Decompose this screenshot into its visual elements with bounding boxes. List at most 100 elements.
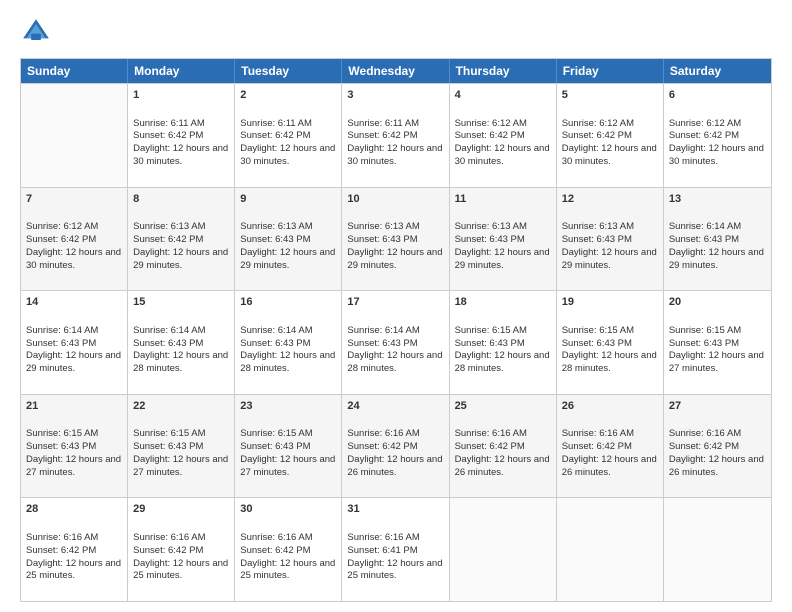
sunrise-text: Sunrise: 6:12 AM (26, 221, 98, 232)
sunset-text: Sunset: 6:43 PM (133, 441, 203, 452)
sunrise-text: Sunrise: 6:15 AM (669, 325, 741, 336)
sunset-text: Sunset: 6:43 PM (240, 234, 310, 245)
daylight-text: Daylight: 12 hours and 29 minutes. (562, 247, 657, 271)
day-number: 22 (133, 399, 229, 414)
table-row (557, 498, 664, 601)
calendar-week-3: 14Sunrise: 6:14 AMSunset: 6:43 PMDayligh… (21, 290, 771, 394)
logo-icon (20, 16, 52, 48)
sunset-text: Sunset: 6:42 PM (133, 234, 203, 245)
day-number: 16 (240, 295, 336, 310)
table-row: 8Sunrise: 6:13 AMSunset: 6:42 PMDaylight… (128, 188, 235, 291)
sunrise-text: Sunrise: 6:15 AM (133, 428, 205, 439)
daylight-text: Daylight: 12 hours and 25 minutes. (240, 558, 335, 582)
sunrise-text: Sunrise: 6:13 AM (562, 221, 634, 232)
day-number: 1 (133, 88, 229, 103)
daylight-text: Daylight: 12 hours and 26 minutes. (669, 454, 764, 478)
calendar-week-1: 1Sunrise: 6:11 AMSunset: 6:42 PMDaylight… (21, 83, 771, 187)
daylight-text: Daylight: 12 hours and 29 minutes. (133, 247, 228, 271)
table-row: 7Sunrise: 6:12 AMSunset: 6:42 PMDaylight… (21, 188, 128, 291)
daylight-text: Daylight: 12 hours and 30 minutes. (562, 143, 657, 167)
table-row: 27Sunrise: 6:16 AMSunset: 6:42 PMDayligh… (664, 395, 771, 498)
sunset-text: Sunset: 6:41 PM (347, 545, 417, 556)
table-row: 31Sunrise: 6:16 AMSunset: 6:41 PMDayligh… (342, 498, 449, 601)
day-number: 25 (455, 399, 551, 414)
table-row: 16Sunrise: 6:14 AMSunset: 6:43 PMDayligh… (235, 291, 342, 394)
sunset-text: Sunset: 6:43 PM (455, 234, 525, 245)
day-number: 17 (347, 295, 443, 310)
sunset-text: Sunset: 6:42 PM (133, 130, 203, 141)
sunrise-text: Sunrise: 6:16 AM (455, 428, 527, 439)
daylight-text: Daylight: 12 hours and 27 minutes. (133, 454, 228, 478)
table-row: 2Sunrise: 6:11 AMSunset: 6:42 PMDaylight… (235, 84, 342, 187)
table-row: 20Sunrise: 6:15 AMSunset: 6:43 PMDayligh… (664, 291, 771, 394)
table-row: 29Sunrise: 6:16 AMSunset: 6:42 PMDayligh… (128, 498, 235, 601)
daylight-text: Daylight: 12 hours and 27 minutes. (669, 350, 764, 374)
table-row: 6Sunrise: 6:12 AMSunset: 6:42 PMDaylight… (664, 84, 771, 187)
sunrise-text: Sunrise: 6:14 AM (26, 325, 98, 336)
table-row: 14Sunrise: 6:14 AMSunset: 6:43 PMDayligh… (21, 291, 128, 394)
table-row: 13Sunrise: 6:14 AMSunset: 6:43 PMDayligh… (664, 188, 771, 291)
day-number: 10 (347, 192, 443, 207)
day-number: 3 (347, 88, 443, 103)
logo (20, 16, 56, 48)
daylight-text: Daylight: 12 hours and 29 minutes. (26, 350, 121, 374)
sunset-text: Sunset: 6:42 PM (669, 441, 739, 452)
sunset-text: Sunset: 6:42 PM (455, 441, 525, 452)
day-number: 13 (669, 192, 766, 207)
sunrise-text: Sunrise: 6:13 AM (240, 221, 312, 232)
sunset-text: Sunset: 6:42 PM (240, 130, 310, 141)
daylight-text: Daylight: 12 hours and 28 minutes. (347, 350, 442, 374)
sunset-text: Sunset: 6:43 PM (347, 234, 417, 245)
daylight-text: Daylight: 12 hours and 30 minutes. (669, 143, 764, 167)
sunrise-text: Sunrise: 6:16 AM (240, 532, 312, 543)
sunset-text: Sunset: 6:43 PM (240, 441, 310, 452)
day-number: 23 (240, 399, 336, 414)
daylight-text: Daylight: 12 hours and 29 minutes. (455, 247, 550, 271)
sunrise-text: Sunrise: 6:15 AM (455, 325, 527, 336)
calendar-week-5: 28Sunrise: 6:16 AMSunset: 6:42 PMDayligh… (21, 497, 771, 601)
table-row: 28Sunrise: 6:16 AMSunset: 6:42 PMDayligh… (21, 498, 128, 601)
table-row: 18Sunrise: 6:15 AMSunset: 6:43 PMDayligh… (450, 291, 557, 394)
sunrise-text: Sunrise: 6:14 AM (669, 221, 741, 232)
day-number: 27 (669, 399, 766, 414)
table-row: 1Sunrise: 6:11 AMSunset: 6:42 PMDaylight… (128, 84, 235, 187)
sunrise-text: Sunrise: 6:15 AM (240, 428, 312, 439)
daylight-text: Daylight: 12 hours and 27 minutes. (26, 454, 121, 478)
day-number: 29 (133, 502, 229, 517)
sunset-text: Sunset: 6:42 PM (26, 234, 96, 245)
page: SundayMondayTuesdayWednesdayThursdayFrid… (0, 0, 792, 612)
daylight-text: Daylight: 12 hours and 30 minutes. (347, 143, 442, 167)
sunrise-text: Sunrise: 6:16 AM (347, 428, 419, 439)
daylight-text: Daylight: 12 hours and 26 minutes. (562, 454, 657, 478)
daylight-text: Daylight: 12 hours and 28 minutes. (562, 350, 657, 374)
calendar-week-4: 21Sunrise: 6:15 AMSunset: 6:43 PMDayligh… (21, 394, 771, 498)
daylight-text: Daylight: 12 hours and 29 minutes. (240, 247, 335, 271)
table-row: 12Sunrise: 6:13 AMSunset: 6:43 PMDayligh… (557, 188, 664, 291)
day-number: 14 (26, 295, 122, 310)
daylight-text: Daylight: 12 hours and 25 minutes. (347, 558, 442, 582)
day-number: 4 (455, 88, 551, 103)
daylight-text: Daylight: 12 hours and 28 minutes. (455, 350, 550, 374)
sunrise-text: Sunrise: 6:15 AM (26, 428, 98, 439)
sunset-text: Sunset: 6:42 PM (347, 441, 417, 452)
sunset-text: Sunset: 6:43 PM (562, 234, 632, 245)
daylight-text: Daylight: 12 hours and 29 minutes. (347, 247, 442, 271)
daylight-text: Daylight: 12 hours and 26 minutes. (347, 454, 442, 478)
daylight-text: Daylight: 12 hours and 25 minutes. (133, 558, 228, 582)
header-day-sunday: Sunday (21, 59, 128, 83)
table-row: 9Sunrise: 6:13 AMSunset: 6:43 PMDaylight… (235, 188, 342, 291)
table-row: 30Sunrise: 6:16 AMSunset: 6:42 PMDayligh… (235, 498, 342, 601)
sunrise-text: Sunrise: 6:16 AM (26, 532, 98, 543)
header-day-saturday: Saturday (664, 59, 771, 83)
day-number: 6 (669, 88, 766, 103)
sunrise-text: Sunrise: 6:14 AM (347, 325, 419, 336)
sunrise-text: Sunrise: 6:16 AM (562, 428, 634, 439)
calendar-week-2: 7Sunrise: 6:12 AMSunset: 6:42 PMDaylight… (21, 187, 771, 291)
sunrise-text: Sunrise: 6:12 AM (669, 118, 741, 129)
day-number: 24 (347, 399, 443, 414)
day-number: 20 (669, 295, 766, 310)
calendar-body: 1Sunrise: 6:11 AMSunset: 6:42 PMDaylight… (21, 83, 771, 601)
sunset-text: Sunset: 6:43 PM (455, 338, 525, 349)
day-number: 11 (455, 192, 551, 207)
daylight-text: Daylight: 12 hours and 30 minutes. (133, 143, 228, 167)
